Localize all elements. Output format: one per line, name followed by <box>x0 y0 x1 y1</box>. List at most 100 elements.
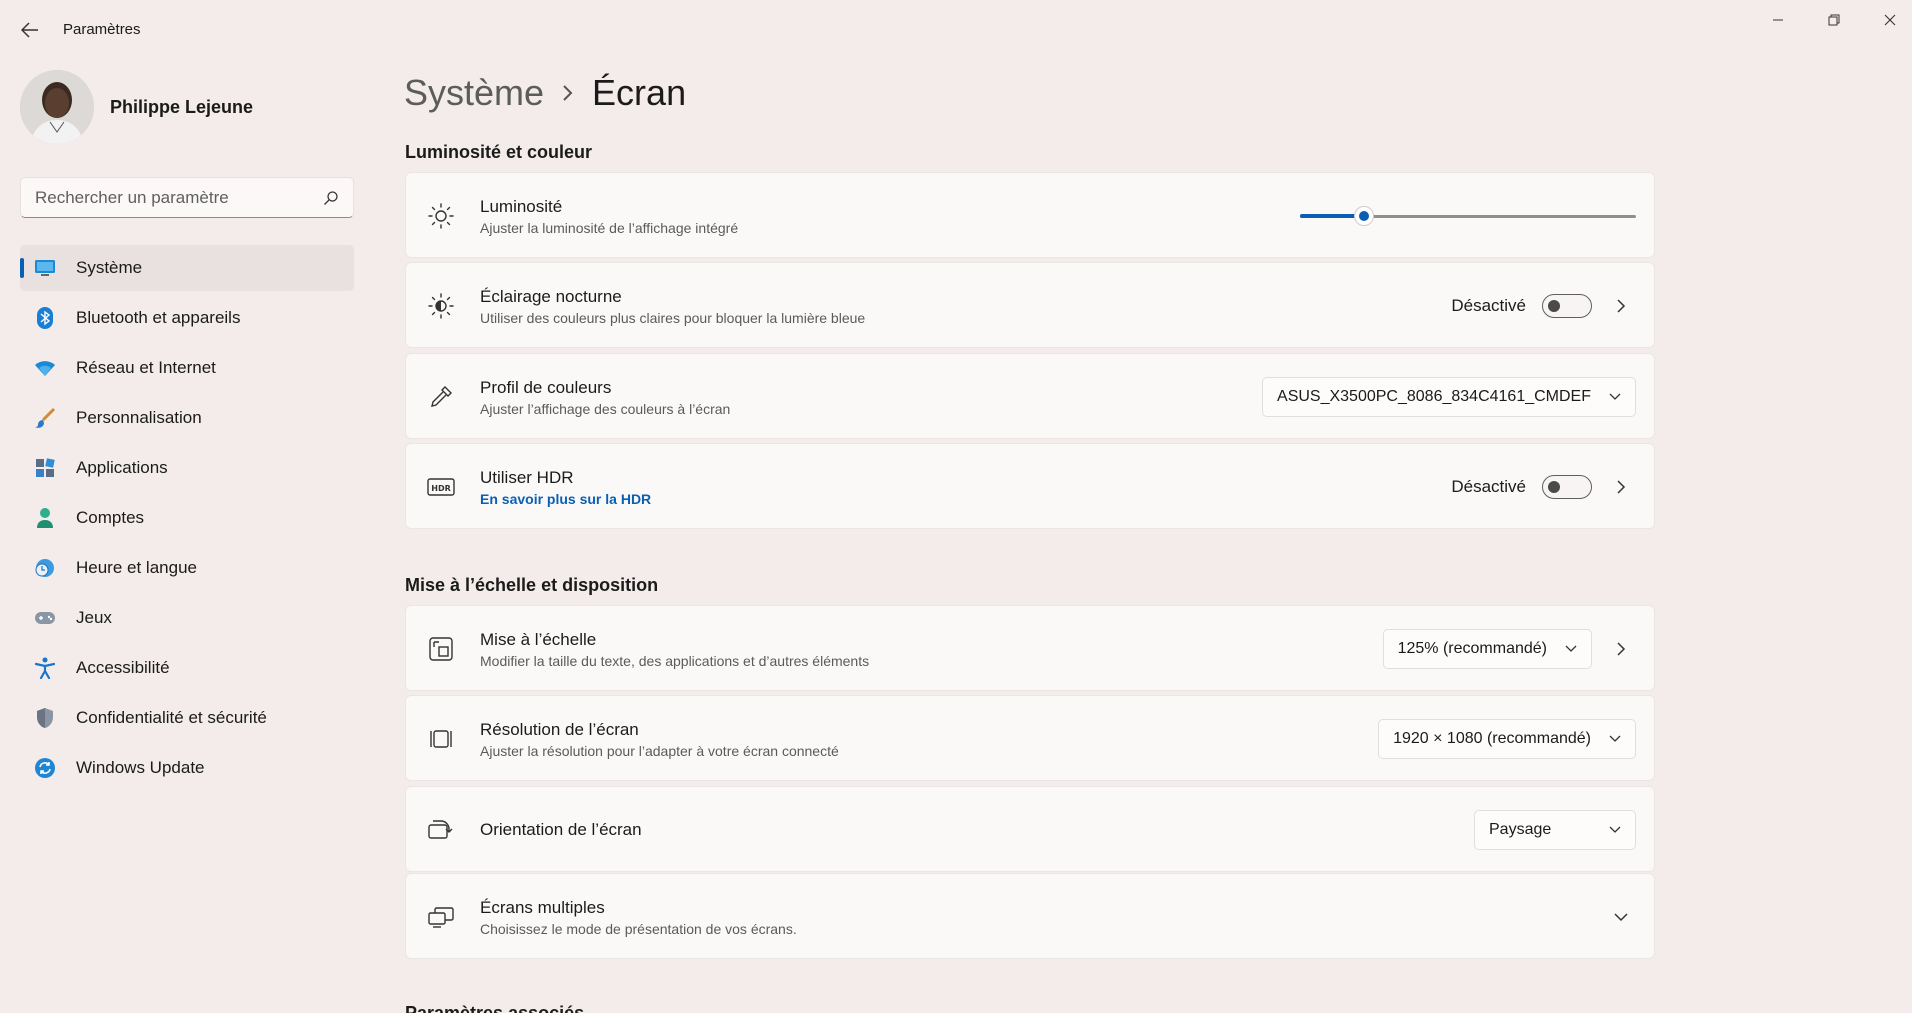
section-title-scale-layout: Mise à l’échelle et disposition <box>405 575 659 595</box>
setting-color-profile: Profil de couleurs Ajuster l’affichage d… <box>405 353 1655 439</box>
orientation-controls: Paysage <box>1474 787 1636 873</box>
search-input[interactable] <box>35 187 323 208</box>
toggle-status: Désactivé <box>1451 477 1526 496</box>
chevron-down-icon <box>1609 826 1621 834</box>
shield-icon <box>34 707 56 729</box>
sidebar-item-label: Applications <box>76 458 168 477</box>
sidebar-item-label: Réseau et Internet <box>76 358 216 377</box>
update-icon <box>34 757 56 779</box>
slider-thumb[interactable] <box>1354 206 1374 226</box>
setting-title: Résolution de l’écran <box>480 720 639 739</box>
user-profile[interactable]: Philippe Lejeune <box>20 70 253 144</box>
setting-resolution: Résolution de l’écran Ajuster la résolut… <box>405 695 1655 781</box>
sidebar-item-comptes[interactable]: Comptes <box>20 495 354 541</box>
sidebar-item-heure-langue[interactable]: Heure et langue <box>20 545 354 591</box>
chevron-down-icon <box>1609 735 1621 743</box>
sidebar-item-label: Confidentialité et sécurité <box>76 708 267 727</box>
setting-title: Orientation de l’écran <box>480 820 642 839</box>
minimize-button[interactable] <box>1758 8 1798 32</box>
back-button[interactable] <box>18 18 42 42</box>
apps-icon <box>34 457 56 479</box>
scale-controls: 125% (recommandé) <box>1382 606 1636 692</box>
close-button[interactable] <box>1870 8 1910 32</box>
title-bar: Paramètres <box>0 0 1912 60</box>
setting-orientation: Orientation de l’écran Paysage <box>405 786 1655 872</box>
section-title-related: Paramètres associés <box>405 1003 585 1013</box>
setting-hdr[interactable]: HDR Utiliser HDR En savoir plus sur la H… <box>405 443 1655 529</box>
chevron-down-icon <box>1609 393 1621 401</box>
setting-title: Profil de couleurs <box>480 378 612 397</box>
restore-button[interactable] <box>1814 8 1854 32</box>
brightness-slider[interactable] <box>1300 206 1636 226</box>
chevron-right-icon[interactable] <box>1606 634 1636 664</box>
sidebar-item-accessibilite[interactable]: Accessibilité <box>20 645 354 691</box>
color-profile-dropdown[interactable]: ASUS_X3500PC_8086_834C4161_CMDEF <box>1262 377 1636 417</box>
resolution-icon <box>426 724 456 754</box>
scale-dropdown[interactable]: 125% (recommandé) <box>1382 629 1592 669</box>
dropdown-value: ASUS_X3500PC_8086_834C4161_CMDEF <box>1277 388 1591 405</box>
setting-title: Éclairage nocturne <box>480 287 622 306</box>
sidebar-item-personnalisation[interactable]: Personnalisation <box>20 395 354 441</box>
sidebar-item-label: Accessibilité <box>76 658 170 677</box>
breadcrumb-parent[interactable]: Système <box>404 72 544 114</box>
toggle-knob <box>1548 300 1560 312</box>
resolution-dropdown[interactable]: 1920 × 1080 (recommandé) <box>1378 719 1636 759</box>
hdr-learn-more-link[interactable]: En savoir plus sur la HDR <box>480 491 651 507</box>
setting-subtitle: Utiliser des couleurs plus claires pour … <box>480 310 866 326</box>
toggle-status: Désactivé <box>1451 296 1526 315</box>
sun-icon <box>426 201 456 231</box>
sidebar-item-jeux[interactable]: Jeux <box>20 595 354 641</box>
toggle-knob <box>1548 481 1560 493</box>
night-light-toggle[interactable] <box>1542 294 1592 318</box>
wifi-icon <box>34 357 56 379</box>
sidebar-item-label: Heure et langue <box>76 558 197 577</box>
scale-icon <box>426 634 456 664</box>
page-title: Écran <box>592 72 687 113</box>
sidebar-item-applications[interactable]: Applications <box>20 445 354 491</box>
sidebar-item-systeme[interactable]: Système <box>20 245 354 291</box>
sidebar-item-windows-update[interactable]: Windows Update <box>20 745 354 791</box>
profile-name: Philippe Lejeune <box>110 96 254 117</box>
globe-clock-icon <box>34 557 56 579</box>
breadcrumb: Système Écran <box>404 72 686 114</box>
sidebar-item-bluetooth[interactable]: Bluetooth et appareils <box>20 295 354 341</box>
monitor-icon <box>34 257 56 279</box>
setting-scale[interactable]: Mise à l’échelle Modifier la taille du t… <box>405 605 1655 691</box>
gamepad-icon <box>34 607 56 629</box>
sidebar-item-reseau[interactable]: Réseau et Internet <box>20 345 354 391</box>
person-icon <box>34 507 56 529</box>
setting-title: Utiliser HDR <box>480 468 574 487</box>
sidebar-item-label: Jeux <box>76 608 112 627</box>
minimize-icon <box>1773 19 1783 21</box>
setting-subtitle: Modifier la taille du texte, des applica… <box>480 653 870 669</box>
night-light-controls: Désactivé <box>1451 263 1636 349</box>
night-light-icon <box>426 291 456 321</box>
setting-night-light[interactable]: Éclairage nocturne Utiliser des couleurs… <box>405 262 1655 348</box>
sidebar-nav: Système Bluetooth et appareils Réseau et… <box>20 245 354 795</box>
resolution-controls: 1920 × 1080 (recommandé) <box>1378 696 1636 782</box>
setting-title: Mise à l’échelle <box>480 630 597 649</box>
dropdown-value: Paysage <box>1489 821 1552 838</box>
hdr-toggle[interactable] <box>1542 475 1592 499</box>
sidebar-item-confidentialite[interactable]: Confidentialité et sécurité <box>20 695 354 741</box>
multiple-displays-controls <box>1592 874 1636 960</box>
setting-multiple-displays[interactable]: Écrans multiples Choisissez le mode de p… <box>405 873 1655 959</box>
setting-subtitle: Ajuster l’affichage des couleurs à l’écr… <box>480 401 731 417</box>
back-arrow-icon <box>21 22 38 38</box>
hdr-icon: HDR <box>426 472 456 502</box>
setting-subtitle: Ajuster la luminosité de l’affichage int… <box>480 220 739 236</box>
chevron-right-icon[interactable] <box>1606 291 1636 321</box>
bluetooth-icon <box>34 307 56 329</box>
setting-brightness: Luminosité Ajuster la luminosité de l’af… <box>405 172 1655 258</box>
chevron-right-icon[interactable] <box>1606 472 1636 502</box>
sidebar-item-label: Bluetooth et appareils <box>76 308 241 327</box>
search-icon[interactable] <box>323 190 339 206</box>
restore-icon <box>1828 14 1840 26</box>
sidebar-item-label: Personnalisation <box>76 408 202 427</box>
chevron-down-icon[interactable] <box>1606 902 1636 932</box>
orientation-dropdown[interactable]: Paysage <box>1474 810 1636 850</box>
app-title: Paramètres <box>63 21 141 38</box>
search-box[interactable] <box>20 177 354 218</box>
chevron-right-icon <box>562 84 574 102</box>
hdr-controls: Désactivé <box>1451 444 1636 530</box>
